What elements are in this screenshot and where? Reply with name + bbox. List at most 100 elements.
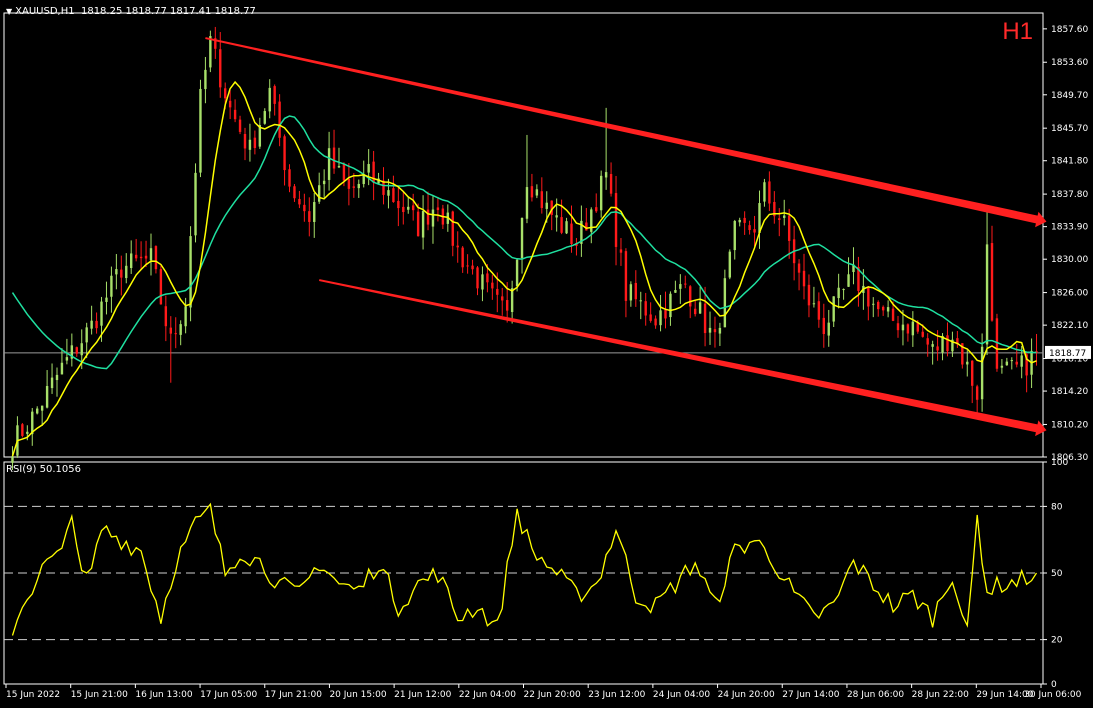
candle-body (332, 147, 336, 169)
candle-body (352, 186, 356, 188)
candle-body (867, 287, 870, 307)
candle-body (55, 374, 59, 381)
candle-body (243, 133, 247, 149)
candle-body (1000, 365, 1004, 368)
upper-trend-arrow[interactable] (205, 37, 1047, 228)
time-tick-label: 21 Jun 12:00 (394, 690, 451, 700)
chevron-down-icon[interactable]: ▼ (6, 7, 12, 16)
candle-body (407, 206, 410, 210)
candle-body (149, 248, 153, 261)
candle-body (159, 269, 163, 305)
candle-body (708, 327, 712, 333)
candle-body (313, 202, 316, 222)
candle-body (990, 243, 994, 321)
candle-body (95, 320, 98, 329)
candle-body (248, 139, 252, 150)
time-tick-label: 15 Jun 2022 (6, 690, 60, 700)
candle-body (639, 300, 642, 302)
candle-body (367, 164, 370, 173)
candle-body (664, 309, 667, 319)
time-tick-label: 24 Jun 04:00 (653, 690, 710, 700)
candle-body (233, 109, 237, 120)
rsi-tick-label: 80 (1051, 502, 1063, 512)
candle-body (624, 251, 628, 301)
candle-body (402, 206, 405, 213)
candle-body (595, 207, 598, 212)
candle-body (832, 296, 835, 322)
symbol-label: XAUUSD,H1 (15, 6, 75, 17)
candle-body (570, 223, 573, 245)
candle-body (100, 301, 103, 326)
candle-body (174, 333, 177, 335)
time-tick-label: 28 Jun 06:00 (847, 690, 904, 700)
candle-body (872, 303, 875, 305)
ma-fast-line (11, 80, 1037, 457)
candle-body (164, 306, 168, 327)
candle-body (80, 343, 83, 356)
candle-body (604, 172, 608, 178)
candle-body (629, 284, 633, 301)
candle-body (985, 244, 989, 345)
candle-body (194, 172, 197, 236)
candle-body (555, 215, 558, 218)
candle-body (75, 347, 78, 354)
candle-body (456, 245, 459, 248)
candle-body (921, 331, 924, 337)
candle-body (273, 86, 276, 104)
candle-body (797, 263, 801, 273)
candle-body (90, 320, 93, 329)
timeframe-badge: H1 (1002, 18, 1033, 45)
candle-body (545, 202, 548, 209)
candle-body (817, 301, 821, 320)
rsi-header: RSI(9) 50.1056 (6, 464, 81, 475)
candle-body (65, 357, 69, 361)
candle-body (738, 219, 741, 223)
time-tick-label: 16 Jun 13:00 (135, 690, 192, 700)
time-tick-label: 17 Jun 05:00 (200, 690, 257, 700)
price-pane-frame (3, 12, 1044, 458)
candle-body (585, 222, 588, 231)
price-tick-label: 1814.20 (1051, 387, 1088, 397)
candle-body (723, 278, 727, 328)
price-tick-label: 1837.80 (1051, 190, 1088, 200)
candle-body (322, 180, 326, 185)
candle-body (822, 317, 826, 335)
candle-body (347, 178, 351, 189)
candle-body (891, 308, 895, 321)
candle-body (614, 193, 618, 247)
candle-body (144, 255, 148, 259)
candle-body (278, 101, 281, 138)
candle-body (753, 229, 756, 233)
candle-body (926, 338, 929, 345)
candle-body (184, 306, 187, 327)
price-tick-label: 1845.70 (1051, 124, 1088, 134)
time-tick-label: 28 Jun 22:00 (912, 690, 969, 700)
time-tick-label: 15 Jun 21:00 (71, 690, 128, 700)
candle-body (599, 175, 603, 211)
price-tick-label: 1849.70 (1051, 91, 1088, 101)
candle-body (45, 386, 49, 408)
time-tick-label: 17 Jun 21:00 (265, 690, 322, 700)
candle-body (847, 274, 850, 287)
chart-canvas[interactable]: 1857.60 1853.60 1849.70 1845.70 1841.80 1837.… (0, 0, 1093, 708)
candle-body (535, 189, 539, 196)
candle-body (684, 283, 687, 285)
candle-body (713, 329, 717, 333)
candle-body (416, 211, 420, 237)
rsi-tick-label: 20 (1051, 636, 1063, 646)
candle-body (397, 200, 400, 209)
time-tick-label: 22 Jun 20:00 (524, 690, 581, 700)
candle-body (644, 301, 647, 316)
candle-body (609, 174, 613, 194)
candle-body (679, 284, 682, 289)
chart-header: ▼ XAUUSD,H1 1818.25 1818.77 1817.41 1818.… (6, 6, 256, 17)
candle-body (130, 253, 133, 269)
candle-body (896, 323, 900, 331)
candle-body (1015, 361, 1018, 365)
candle-body (421, 211, 425, 238)
candle-body (228, 100, 232, 108)
candle-body (476, 267, 479, 289)
time-tick-label: 30 Jun 06:00 (1024, 690, 1081, 700)
candle-body (481, 274, 484, 290)
time-tick-label: 24 Jun 20:00 (718, 690, 775, 700)
